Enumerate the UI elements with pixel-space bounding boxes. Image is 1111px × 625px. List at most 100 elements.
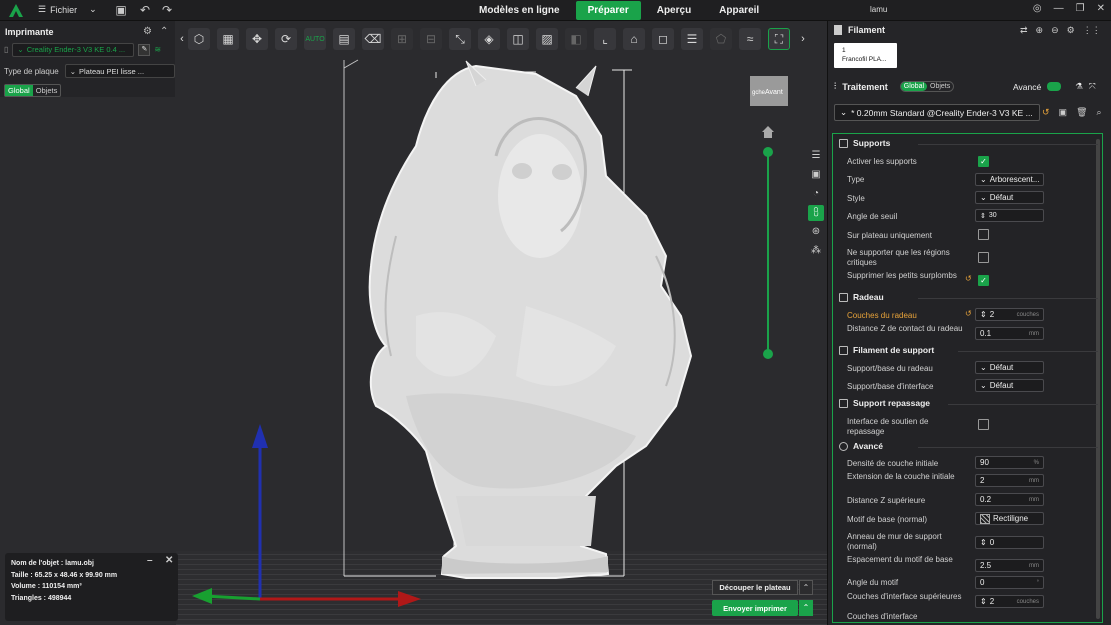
mode-global[interactable]: Global bbox=[5, 85, 33, 96]
gear-icon[interactable]: ⚙ bbox=[143, 26, 152, 37]
add-filament-icon[interactable]: ⊕ bbox=[1036, 25, 1044, 36]
split-parts-icon[interactable]: ⊟ bbox=[420, 28, 442, 50]
base-pattern-select[interactable]: Rectiligne bbox=[975, 512, 1044, 525]
minimize-icon[interactable]: — bbox=[1054, 3, 1064, 14]
pattern-angle-input[interactable]: 0 ° bbox=[975, 576, 1044, 589]
attach-icon[interactable]: ⤧ bbox=[1089, 81, 1096, 92]
tab-device[interactable]: Appareil bbox=[707, 1, 771, 20]
redo-icon[interactable]: ↷ bbox=[160, 3, 174, 17]
process-mode-global[interactable]: Global bbox=[900, 82, 928, 91]
interface-filament-select[interactable]: ⌄ Défaut bbox=[975, 379, 1044, 392]
model-bust[interactable] bbox=[368, 60, 693, 579]
tab-online-models[interactable]: Modèles en ligne bbox=[467, 1, 572, 20]
split-objects-icon[interactable]: ⊞ bbox=[391, 28, 413, 50]
pattern-spacing-input[interactable]: 2.5 mm bbox=[975, 559, 1044, 572]
enable-supports-checkbox[interactable]: ✓ bbox=[978, 156, 989, 167]
wifi-icon[interactable]: ≋ bbox=[154, 45, 161, 54]
sync-icon[interactable]: ⇄ bbox=[1020, 25, 1028, 36]
lay-on-face-icon[interactable]: ⌞ bbox=[594, 28, 616, 50]
support-paint-icon[interactable]: ⌂ bbox=[623, 28, 645, 50]
send-options-chevron-icon[interactable]: ⌃ bbox=[799, 600, 813, 616]
top-interface-layers-input[interactable]: ⇕ 2 couches bbox=[975, 595, 1044, 608]
layout-icon[interactable]: ▤ bbox=[333, 28, 355, 50]
edit-icon[interactable]: ✎ bbox=[138, 43, 151, 56]
scale-icon[interactable]: ◫ bbox=[507, 28, 529, 50]
collapse-icon[interactable]: ⌃ bbox=[160, 26, 168, 37]
measure-icon[interactable]: ⛶ bbox=[768, 28, 790, 50]
file-menu[interactable]: ☰ Fichier ⌄ bbox=[38, 4, 97, 15]
reset-profile-icon[interactable]: ↺ bbox=[1042, 107, 1050, 118]
speed-icon[interactable]: ◔ bbox=[808, 186, 824, 202]
raft-layers-input[interactable]: ⇕ 2 couches bbox=[975, 308, 1044, 321]
more-icon[interactable]: ⋮⋮ bbox=[1083, 25, 1101, 36]
compare-icon[interactable]: ⚗ bbox=[1075, 81, 1083, 92]
text-emboss-icon[interactable]: ≈ bbox=[739, 28, 761, 50]
close-info-icon[interactable]: ✕ bbox=[165, 555, 173, 567]
initial-density-input[interactable]: 90% bbox=[975, 456, 1044, 469]
layer-slider[interactable] bbox=[763, 147, 773, 359]
cut-icon[interactable]: ▨ bbox=[536, 28, 558, 50]
threshold-angle-input[interactable]: ⇕ 30 bbox=[975, 209, 1044, 222]
settings-scrollbar[interactable] bbox=[1096, 139, 1100, 619]
add-object-icon[interactable]: ⬡ bbox=[188, 28, 210, 50]
layers-icon[interactable]: ☰ bbox=[808, 148, 824, 164]
minimize-info-icon[interactable]: – bbox=[147, 555, 153, 567]
process-profile-select[interactable]: ⌄ * 0.20mm Standard @Creality Ender-3 V3 … bbox=[834, 104, 1040, 121]
auto-orient-icon[interactable]: ⟳ bbox=[275, 28, 297, 50]
support-icon-active[interactable]: ⩉ bbox=[808, 205, 824, 221]
add-plate-icon[interactable]: ▦ bbox=[217, 28, 239, 50]
process-mode-objects[interactable]: Objets bbox=[927, 82, 953, 91]
orient-icon[interactable]: ✥ bbox=[246, 28, 268, 50]
search-icon[interactable]: ⌕ bbox=[1097, 107, 1102, 118]
ironing-interface-checkbox[interactable] bbox=[978, 419, 989, 430]
slice-options-chevron-icon[interactable]: ⌃ bbox=[799, 580, 813, 595]
send-print-button[interactable]: Envoyer imprimer bbox=[712, 600, 798, 616]
tab-prepare[interactable]: Préparer bbox=[575, 1, 641, 20]
top-z-distance-input[interactable]: 0.2 mm bbox=[975, 493, 1044, 506]
filament-slot-1[interactable]: 1 Francofil PLA... bbox=[834, 43, 897, 68]
auto-arrange-icon[interactable]: AUTO bbox=[304, 28, 326, 50]
initial-expansion-input[interactable]: 2 mm bbox=[975, 474, 1044, 487]
multi-material-icon[interactable]: ⁂ bbox=[808, 243, 824, 259]
raft-base-filament-select[interactable]: ⌄ Défaut bbox=[975, 361, 1044, 374]
on-plate-only-checkbox[interactable] bbox=[978, 229, 989, 240]
support-type-select[interactable]: ⌄ Arborescent... bbox=[975, 173, 1044, 186]
undo-icon[interactable]: ↶ bbox=[138, 3, 152, 17]
erase-icon[interactable]: ⌫ bbox=[362, 28, 384, 50]
close-icon[interactable]: ✕ bbox=[1097, 3, 1105, 14]
variable-layer-icon[interactable]: ☰ bbox=[681, 28, 703, 50]
restore-icon[interactable]: ❐ bbox=[1076, 3, 1085, 14]
toolbar-scroll-left-icon[interactable]: ‹ bbox=[176, 33, 188, 45]
delete-profile-icon[interactable]: 🗑 bbox=[1076, 107, 1087, 118]
plate-type-select[interactable]: ⌄ Plateau PEI lisse ... bbox=[64, 64, 175, 78]
support-style-select[interactable]: ⌄ Défaut bbox=[975, 191, 1044, 204]
seam-paint-icon[interactable]: ◻ bbox=[652, 28, 674, 50]
support-icon[interactable]: ◎ bbox=[1033, 3, 1042, 14]
remove-small-overhangs-checkbox[interactable]: ✓ bbox=[978, 275, 989, 286]
toolbar-scroll-right-icon[interactable]: › bbox=[797, 33, 809, 45]
critical-only-checkbox[interactable] bbox=[978, 252, 989, 263]
boolean-icon[interactable]: ◧ bbox=[565, 28, 587, 50]
home-view-icon[interactable] bbox=[762, 126, 774, 138]
objects-list-icon[interactable]: ▣ bbox=[808, 167, 824, 183]
advanced-toggle[interactable] bbox=[1047, 82, 1062, 91]
others-icon[interactable]: ⊛ bbox=[808, 224, 824, 240]
filament-settings-icon[interactable]: ⚙ bbox=[1067, 25, 1075, 36]
raft-contact-z-input[interactable]: 0.1 mm bbox=[975, 327, 1044, 340]
color-paint-icon[interactable]: ⬠ bbox=[710, 28, 732, 50]
mode-objects[interactable]: Objets bbox=[33, 85, 61, 96]
remove-filament-icon[interactable]: ⊖ bbox=[1051, 25, 1059, 36]
slice-plate-button[interactable]: Découper le plateau bbox=[712, 580, 798, 595]
tab-preview[interactable]: Aperçu bbox=[645, 1, 703, 20]
printer-select[interactable]: ⌄ Creality Ender-3 V3 KE 0.4 ... bbox=[12, 42, 135, 57]
move-icon[interactable]: ⤡ bbox=[449, 28, 471, 50]
reset-remove-small-icon[interactable]: ↺ bbox=[965, 274, 972, 283]
save-icon[interactable]: ▣ bbox=[114, 3, 128, 17]
save-profile-icon[interactable]: ▣ bbox=[1059, 107, 1068, 118]
wall-loops-input[interactable]: ⇕ 0 bbox=[975, 536, 1044, 549]
rotate-icon[interactable]: ◈ bbox=[478, 28, 500, 50]
view-cube[interactable]: gche Avant bbox=[750, 76, 788, 106]
reset-raft-layers-icon[interactable]: ↺ bbox=[965, 309, 972, 318]
interface-filament-label: Support/base d'interface bbox=[847, 382, 934, 391]
3d-viewport[interactable]: gche Avant bbox=[176, 56, 827, 625]
